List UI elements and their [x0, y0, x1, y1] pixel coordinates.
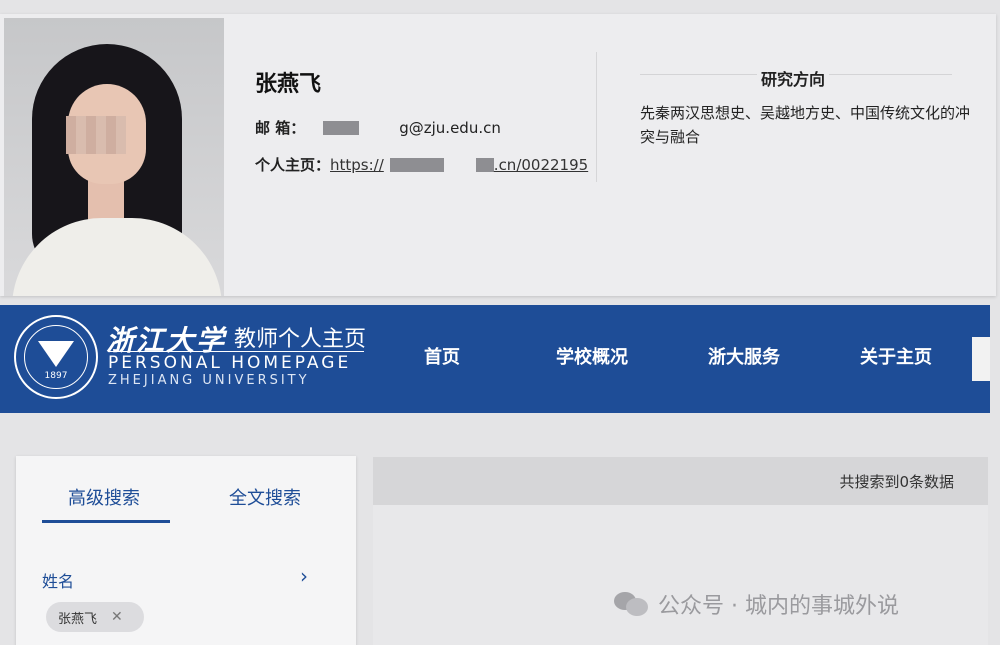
research-title: 研究方向: [757, 66, 830, 90]
nav-school-overview[interactable]: 学校概况: [556, 343, 628, 369]
logo-english-line1: PERSONAL HOMEPAGE: [108, 353, 352, 373]
email-row: 邮 箱： g@zju.edu.cn: [255, 117, 501, 138]
chip-label: 张燕飞: [58, 611, 98, 627]
chevron-right-icon[interactable]: ›: [300, 564, 308, 588]
logo-english-line2: ZHEJIANG UNIVERSITY: [108, 373, 310, 388]
results-count: 共搜索到0条数据: [839, 473, 954, 491]
homepage-label: 个人主页：: [255, 156, 331, 174]
profile-photo: [4, 18, 224, 296]
research-text: 先秦两汉思想史、吴越地方史、中国传统文化的冲突与融合: [640, 104, 971, 146]
homepage-redaction-2: [475, 157, 494, 172]
watermark: 公众号 · 城内的事城外说: [614, 588, 899, 620]
zju-emblem-icon[interactable]: 1897: [14, 315, 98, 399]
homepage-row: 个人主页： https:// .cn/0022195: [255, 154, 588, 175]
name-filter-label[interactable]: 姓名: [42, 568, 74, 592]
logo-rule: [108, 351, 364, 352]
search-panel: 高级搜索 全文搜索 姓名 › 张燕飞 ✕: [16, 456, 356, 645]
teacher-name: 张燕飞: [255, 72, 322, 97]
profile-card: 张燕飞 邮 箱： g@zju.edu.cn 个人主页： https:// .cn…: [0, 14, 996, 296]
tab-advanced-search[interactable]: 高级搜索: [68, 484, 140, 510]
homepage-redaction-1: [389, 157, 444, 172]
nav-about[interactable]: 关于主页: [860, 343, 932, 369]
site-header: 1897 浙江大学 教师个人主页 PERSONAL HOMEPAGE ZHEJI…: [0, 305, 990, 413]
nav-zju-services[interactable]: 浙大服务: [708, 343, 780, 369]
close-icon[interactable]: ✕: [111, 609, 123, 625]
tab-fulltext-search[interactable]: 全文搜索: [229, 484, 301, 510]
homepage-link-suffix[interactable]: .cn/0022195: [494, 156, 588, 174]
homepage-link-prefix[interactable]: https://: [330, 156, 384, 174]
email-redaction: [323, 120, 360, 135]
email-label: 邮 箱：: [255, 119, 306, 137]
wechat-icon: [614, 590, 648, 618]
card-divider: [596, 52, 597, 182]
emblem-year: 1897: [44, 371, 68, 381]
results-list: [373, 505, 988, 645]
name-filter-chip[interactable]: 张燕飞 ✕: [46, 602, 144, 632]
logo-site-name[interactable]: 教师个人主页: [234, 321, 366, 353]
active-tab-indicator: [42, 520, 170, 523]
nav-home[interactable]: 首页: [424, 343, 460, 369]
face-blur-mosaic: [66, 116, 126, 154]
results-header: 共搜索到0条数据: [373, 457, 988, 505]
watermark-text: 公众号 · 城内的事城外说: [658, 594, 899, 619]
email-suffix[interactable]: g@zju.edu.cn: [399, 119, 501, 137]
nav-search-box[interactable]: [972, 337, 990, 381]
